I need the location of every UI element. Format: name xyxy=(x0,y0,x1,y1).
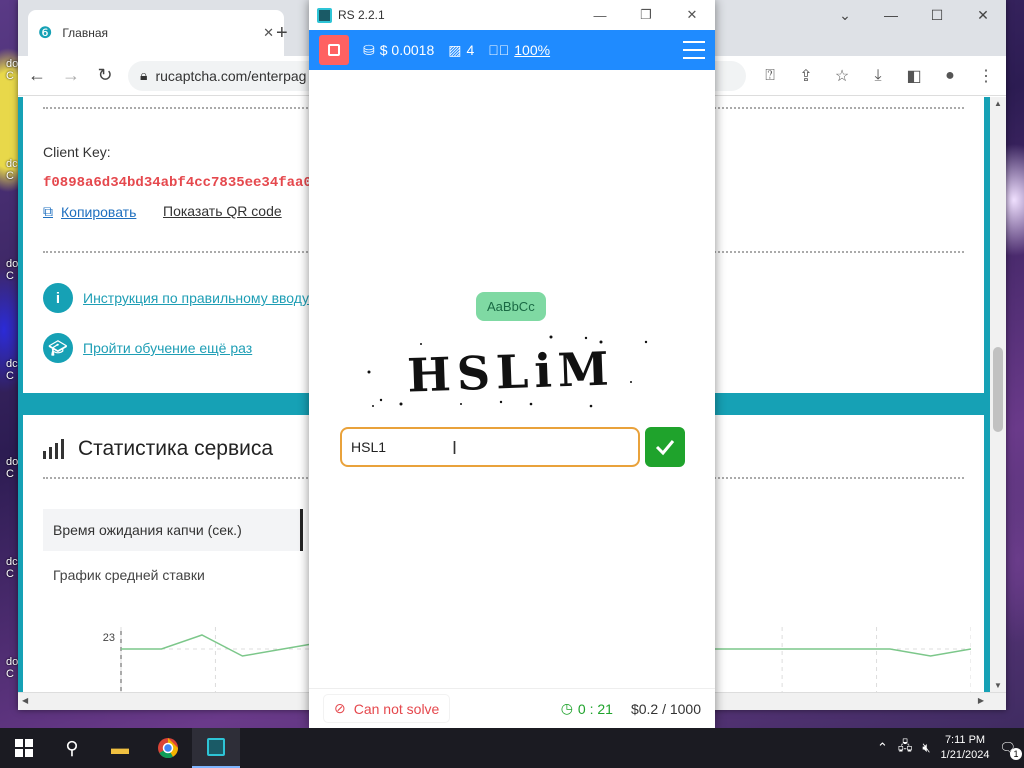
instruction-link-text: Инструкция по правильному вводу xyxy=(83,290,309,306)
minimize-button[interactable]: — xyxy=(868,0,914,30)
close-tab-icon[interactable]: ✕ xyxy=(263,25,274,41)
info-icon: i xyxy=(43,283,73,313)
time: 7:11 PM xyxy=(944,734,986,746)
app-logo-icon xyxy=(317,7,332,23)
taskbar: ⚲ ▬ ⌃ 🖧︎ 🔇︎ 7:11 PM 1/21/2024 🗨︎ 1 xyxy=(0,728,1024,768)
text-cursor-icon: I xyxy=(452,438,458,458)
app-footer: ⊘ Can not solve ◷ 0 : 21 $0.2 / 1000 xyxy=(309,688,715,728)
copy-icon: ⧉ xyxy=(43,203,53,219)
reload-icon[interactable]: ↻ xyxy=(94,65,116,86)
search-icon[interactable]: ⚲ xyxy=(48,728,96,768)
client-key-label: Client Key: xyxy=(43,144,111,160)
checkmark-icon xyxy=(655,440,675,456)
download-icon[interactable]: ⤓ xyxy=(866,67,890,85)
balance: ⛁ $ 0.0018 xyxy=(363,42,434,59)
file-explorer-icon[interactable]: ▬ xyxy=(96,728,144,768)
app-close-button[interactable]: ✕ xyxy=(669,0,715,30)
vertical-scrollbar[interactable]: ▲ ▼ xyxy=(990,97,1006,692)
stats-title: Статистика сервиса xyxy=(78,437,274,460)
rs-app-window: RS 2.2.1 — ❐ ✕ ⛁ $ 0.0018 ▨ 4 ✓⃝ 100% AaBbC… xyxy=(309,0,715,728)
windows-start-icon[interactable] xyxy=(0,728,48,768)
submit-answer-button[interactable] xyxy=(645,427,685,467)
copy-label: Копировать xyxy=(61,203,137,220)
timer-value: 0 : 21 xyxy=(577,700,613,717)
rs-app-taskbar-icon[interactable] xyxy=(192,728,240,768)
tab-avg-rate[interactable]: График средней ставки xyxy=(53,567,205,583)
tab-wait-time[interactable]: Время ожидания капчи (сек.) xyxy=(43,509,303,551)
count-value: 4 xyxy=(466,42,475,58)
back-icon[interactable]: ← xyxy=(26,65,48,86)
url-text: rucaptcha.com/enterpag xyxy=(155,67,307,84)
case-hint-badge: AaBbCc xyxy=(476,292,546,321)
browser-tab[interactable]: ❻ Главная ✕ xyxy=(28,10,284,56)
share-icon[interactable]: ⇪ xyxy=(794,66,818,86)
network-icon[interactable]: 🖧︎ xyxy=(898,737,913,759)
graduation-cap-icon: 🎓︎ xyxy=(43,333,73,363)
tab-title: Главная xyxy=(62,26,109,40)
stop-button[interactable] xyxy=(319,35,349,65)
instruction-link[interactable]: i Инструкция по правильному вводу xyxy=(43,283,309,313)
accuracy[interactable]: ✓⃝ 100% xyxy=(488,42,550,58)
desktop-icon-4[interactable]: dc C xyxy=(6,358,18,382)
y-tick-label: 23 xyxy=(103,632,115,644)
app-titlebar: RS 2.2.1 — ❐ ✕ xyxy=(309,0,715,30)
app-minimize-button[interactable]: — xyxy=(577,0,623,30)
desktop-icon-5[interactable]: do C xyxy=(6,456,18,480)
system-tray: ⌃ 🖧︎ 🔇︎ 7:11 PM 1/21/2024 🗨︎ 1 xyxy=(877,733,1024,763)
app-restore-button[interactable]: ❐ xyxy=(623,0,669,30)
show-qr-link[interactable]: Показать QR code xyxy=(163,203,282,219)
stats-heading: Статистика сервиса xyxy=(43,437,273,461)
desktop-icon-6[interactable]: dc C xyxy=(6,556,18,580)
tab-search-icon[interactable]: ⌄ xyxy=(822,0,868,30)
close-window-button[interactable]: ✕ xyxy=(960,0,1006,30)
cannot-solve-button[interactable]: ⊘ Can not solve xyxy=(323,694,451,723)
training-link[interactable]: 🎓︎ Пройти обучение ещё раз xyxy=(43,333,252,363)
menu-kebab-icon[interactable]: ⋮ xyxy=(974,66,998,86)
timer: ◷ 0 : 21 xyxy=(561,700,613,717)
translate-icon[interactable]: ⍰ xyxy=(758,67,782,85)
client-key-value: f0898a6d34bd34abf4cc7835ee34faa0 xyxy=(43,175,312,191)
check-circle-icon: ✓⃝ xyxy=(488,42,510,58)
app-toolbar: ⛁ $ 0.0018 ▨ 4 ✓⃝ 100% xyxy=(309,30,715,70)
volume-muted-icon[interactable]: 🔇︎ xyxy=(922,740,930,756)
desktop-icon-2[interactable]: dc C xyxy=(6,158,18,182)
bookmark-star-icon[interactable]: ☆ xyxy=(830,66,854,86)
bar-chart-icon xyxy=(43,439,64,459)
new-tab-button[interactable]: + xyxy=(276,22,288,45)
maximize-button[interactable]: ☐ xyxy=(914,0,960,30)
desktop-icon-3[interactable]: do C xyxy=(6,258,18,282)
percent-value: 100% xyxy=(514,42,551,58)
captcha-text: HSLiM xyxy=(406,341,615,402)
desktop-icon-7[interactable]: do C xyxy=(6,656,18,680)
coins-icon: ⛁ xyxy=(363,41,375,58)
date: 1/21/2024 xyxy=(940,749,990,761)
price-rate: $0.2 / 1000 xyxy=(630,700,701,717)
clock-icon: ◷ xyxy=(560,700,573,716)
site-favicon-icon: ❻ xyxy=(38,25,53,42)
cannot-solve-label: Can not solve xyxy=(353,700,440,717)
balance-value: $ 0.0018 xyxy=(379,42,435,58)
ban-icon: ⊘ xyxy=(334,700,346,716)
forward-icon[interactable]: → xyxy=(60,65,82,86)
sidepanel-icon[interactable]: ◧ xyxy=(902,66,926,86)
desktop-icon-1[interactable]: do C xyxy=(6,58,18,82)
hamburger-menu-icon[interactable] xyxy=(683,41,705,59)
solved-count: ▨ 4 xyxy=(448,42,474,59)
stop-icon xyxy=(328,44,340,56)
app-title: RS 2.2.1 xyxy=(338,8,385,22)
chevron-up-icon[interactable]: ⌃ xyxy=(877,740,888,756)
notification-count: 1 xyxy=(1010,748,1022,760)
captcha-image: HSLiM xyxy=(367,335,648,408)
image-icon: ▨ xyxy=(448,41,462,58)
captcha-answer-input[interactable] xyxy=(340,427,640,467)
notifications-icon[interactable]: 🗨︎ 1 xyxy=(999,740,1022,760)
training-link-text: Пройти обучение ещё раз xyxy=(83,340,253,356)
lock-icon: 🔒︎ xyxy=(140,67,148,83)
chrome-icon[interactable] xyxy=(144,728,192,768)
profile-avatar-icon[interactable]: ● xyxy=(938,67,962,85)
copy-link[interactable]: ⧉ Копировать xyxy=(43,203,136,220)
clock[interactable]: 7:11 PM 1/21/2024 xyxy=(941,733,990,763)
